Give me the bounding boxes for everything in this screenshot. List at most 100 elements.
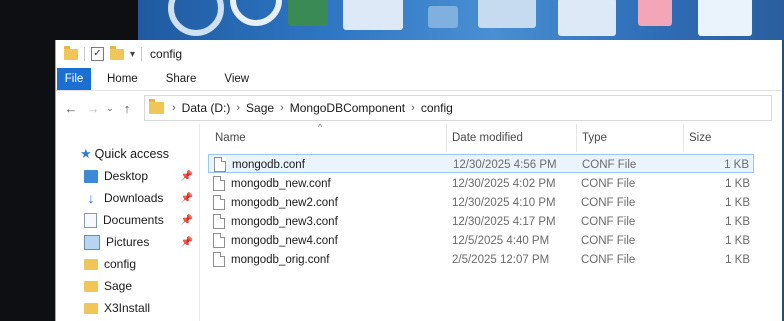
- file-size: 1 KB: [725, 177, 750, 190]
- file-size: 1 KB: [725, 196, 750, 209]
- sidebar-item-label: Downloads: [104, 191, 164, 205]
- file-date: 12/30/2025 4:02 PM: [452, 177, 556, 190]
- chevron-right-icon[interactable]: ›: [411, 102, 415, 114]
- sidebar-item-label: Desktop: [104, 169, 149, 183]
- downloads-icon: ↓: [87, 189, 95, 206]
- pin-icon[interactable]: 📌: [181, 193, 193, 204]
- file-name: mongodb_orig.conf: [231, 253, 330, 266]
- sidebar-item-sage[interactable]: Sage: [56, 275, 199, 297]
- file-date: 12/30/2025 4:56 PM: [453, 158, 557, 171]
- file-date: 2/5/2025 12:07 PM: [452, 253, 550, 266]
- file-size: 1 KB: [724, 158, 749, 171]
- sidebar-item-quick-access[interactable]: ★ Quick access: [56, 143, 199, 165]
- divider: [84, 47, 85, 61]
- tab-home[interactable]: Home: [91, 68, 152, 90]
- sidebar-item-downloads[interactable]: ↓ Downloads 📌: [56, 187, 199, 209]
- table-row[interactable]: mongodb_new.conf 12/30/2025 4:02 PM CONF…: [208, 174, 754, 193]
- file-size: 1 KB: [725, 234, 750, 247]
- star-icon: ★: [80, 146, 92, 161]
- properties-icon[interactable]: ✓: [91, 47, 104, 61]
- file-type: CONF File: [581, 196, 636, 209]
- folder-icon: [149, 99, 164, 114]
- table-row[interactable]: mongodb_new3.conf 12/30/2025 4:17 PM CON…: [208, 212, 754, 231]
- table-row[interactable]: mongodb_orig.conf 2/5/2025 12:07 PM CONF…: [208, 250, 754, 269]
- documents-icon: [84, 212, 97, 228]
- file-name: mongodb_new2.conf: [231, 196, 338, 209]
- sidebar-item-desktop[interactable]: Desktop 📌: [56, 165, 199, 187]
- chevron-right-icon[interactable]: ›: [172, 102, 176, 114]
- column-header-type[interactable]: Type: [577, 124, 684, 152]
- tab-file[interactable]: File: [57, 68, 91, 90]
- ribbon-tabs: File Home Share View: [56, 68, 782, 91]
- table-row[interactable]: mongodb_new4.conf 12/5/2025 4:40 PM CONF…: [208, 231, 754, 250]
- file-icon: [213, 176, 225, 191]
- file-date: 12/5/2025 4:40 PM: [452, 234, 550, 247]
- file-name: mongodb.conf: [232, 158, 305, 171]
- sidebar-item-config[interactable]: config: [56, 253, 199, 275]
- file-icon: [213, 195, 225, 210]
- pin-icon[interactable]: 📌: [181, 215, 193, 226]
- pictures-icon: [84, 234, 100, 250]
- file-type: CONF File: [581, 234, 636, 247]
- column-header-label: Type: [582, 132, 607, 144]
- table-row[interactable]: mongodb.conf 12/30/2025 4:56 PM CONF Fil…: [208, 154, 754, 173]
- divider: [141, 47, 143, 61]
- file-name: mongodb_new4.conf: [231, 234, 338, 247]
- file-size: 1 KB: [725, 253, 750, 266]
- new-folder-icon[interactable]: [110, 45, 124, 60]
- desktop-wallpaper: [138, 0, 784, 40]
- address-bar[interactable]: › Data (D:) › Sage › MongoDBComponent › …: [144, 95, 772, 121]
- file-name: mongodb_new.conf: [231, 177, 331, 190]
- file-name: mongodb_new3.conf: [231, 215, 338, 228]
- file-icon: [213, 233, 225, 248]
- file-size: 1 KB: [725, 215, 750, 228]
- sidebar-item-label: Sage: [104, 279, 133, 293]
- file-icon: [214, 157, 226, 172]
- breadcrumb-config[interactable]: config: [421, 101, 453, 115]
- chevron-right-icon[interactable]: ›: [280, 102, 284, 114]
- tab-view[interactable]: View: [210, 68, 263, 90]
- folder-icon[interactable]: [64, 45, 78, 60]
- table-row[interactable]: mongodb_new2.conf 12/30/2025 4:10 PM CON…: [208, 193, 754, 212]
- sidebar-item-label: config: [104, 257, 137, 271]
- quick-access-dropdown-icon[interactable]: ▾: [130, 49, 135, 60]
- explorer-window: ✓ ▾ config File Home Share View ← → ⌄ ↑ …: [55, 40, 782, 321]
- pin-icon[interactable]: 📌: [181, 171, 193, 182]
- file-date: 12/30/2025 4:10 PM: [452, 196, 556, 209]
- file-type: CONF File: [582, 158, 637, 171]
- tab-share[interactable]: Share: [152, 68, 211, 90]
- navigation-pane: ★ Quick access Desktop 📌 ↓ Downloads 📌 D…: [56, 124, 200, 321]
- recent-locations-icon[interactable]: ⌄: [104, 103, 116, 114]
- column-header-size[interactable]: Size: [684, 124, 754, 152]
- file-date: 12/30/2025 4:17 PM: [452, 215, 556, 228]
- column-header-name[interactable]: Name: [210, 124, 447, 152]
- breadcrumb-sage[interactable]: Sage: [246, 101, 274, 115]
- column-header-label: Size: [689, 132, 712, 144]
- column-header-label: Name: [215, 132, 246, 144]
- main-content: ★ Quick access Desktop 📌 ↓ Downloads 📌 D…: [56, 122, 782, 321]
- up-arrow-icon[interactable]: ↑: [116, 101, 138, 116]
- sidebar-item-label: X3Install: [104, 301, 151, 315]
- file-icon: [213, 214, 225, 229]
- folder-icon: [84, 258, 98, 270]
- file-list: ^ Name Date modified Type Size mongodb.c…: [200, 122, 782, 321]
- folder-icon: [84, 280, 98, 292]
- navigation-bar: ← → ⌄ ↑ › Data (D:) › Sage › MongoDBComp…: [56, 91, 782, 125]
- sidebar-item-label: Pictures: [106, 235, 150, 249]
- sidebar-item-label: Quick access: [94, 147, 169, 161]
- sidebar-item-documents[interactable]: Documents 📌: [56, 209, 199, 231]
- file-type: CONF File: [581, 177, 636, 190]
- column-header-date[interactable]: Date modified: [447, 124, 577, 152]
- back-arrow-icon[interactable]: ←: [60, 101, 82, 116]
- file-type: CONF File: [581, 215, 636, 228]
- column-headers: ^ Name Date modified Type Size: [200, 122, 782, 152]
- breadcrumb-drive[interactable]: Data (D:): [182, 101, 231, 115]
- forward-arrow-icon[interactable]: →: [82, 101, 104, 116]
- sidebar-item-pictures[interactable]: Pictures 📌: [56, 231, 199, 253]
- breadcrumb-mongodbcomponent[interactable]: MongoDBComponent: [290, 101, 405, 115]
- sidebar-item-x3install[interactable]: X3Install: [56, 297, 199, 319]
- file-type: CONF File: [581, 253, 636, 266]
- sidebar-item-label: Documents: [103, 213, 164, 227]
- pin-icon[interactable]: 📌: [181, 237, 193, 248]
- chevron-right-icon[interactable]: ›: [236, 102, 240, 114]
